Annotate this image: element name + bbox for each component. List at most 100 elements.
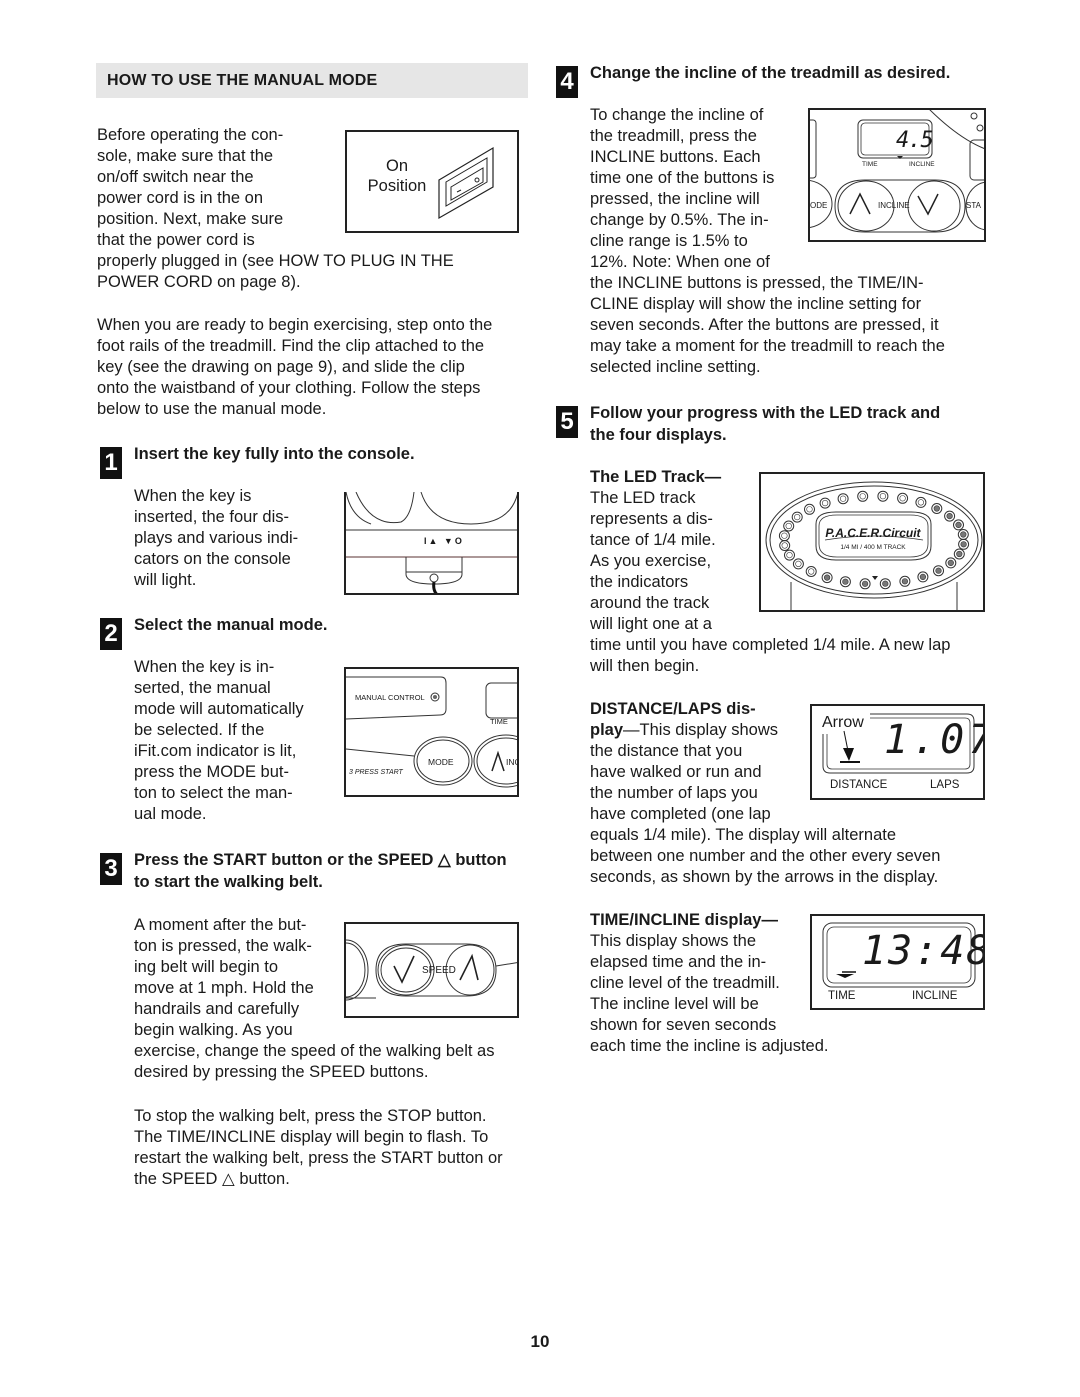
text-line: tance of 1/4 mile.	[590, 531, 716, 549]
led-indicator	[806, 506, 813, 513]
text-line: mode will automatically	[134, 700, 304, 718]
text-line: plays and various indi-	[134, 529, 299, 547]
text-line: change by 0.5%. The in-	[590, 211, 769, 229]
text-line: exercise, change the speed of the walkin…	[134, 1042, 495, 1060]
text-line: desired by pressing the SPEED buttons.	[134, 1063, 429, 1081]
text-line: sole, make sure that the	[97, 147, 274, 165]
step-number-1: 1	[100, 447, 122, 479]
incline-button-label-partial: INC	[506, 757, 517, 767]
mode-button-label-partial: ODE	[810, 201, 828, 210]
text-line: the number of laps you	[590, 784, 758, 802]
text-line: When the key is	[134, 487, 252, 505]
text-line: onto the waistband of your clothing. Fol…	[97, 379, 481, 397]
section-title: HOW TO USE THE MANUAL MODE	[107, 72, 378, 89]
start-button-label-partial: STA	[966, 201, 981, 210]
text-line: This display shows the	[590, 932, 756, 950]
text-line: that the power cord is	[97, 231, 255, 249]
text-line: When you are ready to begin exercising, …	[97, 316, 493, 334]
console-panel-illustration	[346, 676, 517, 788]
text-line: will light one at a	[590, 615, 712, 633]
step-3-title-line-2: to start the walking belt.	[134, 873, 323, 891]
step-5-title-line-2: the four displays.	[590, 426, 727, 444]
step-4-title: Change the incline of the treadmill as d…	[590, 64, 951, 82]
led-track-figure: P.A.C.E.R.Circuit 1/4 MI / 400 M TRACK	[759, 472, 985, 612]
led-indicator	[946, 512, 953, 520]
text-line: cators on the console	[134, 550, 291, 568]
text-line: cline range is 1.5% to	[590, 232, 748, 250]
step-number-4: 4	[556, 66, 578, 98]
manual-control-label: MANUAL CONTROL	[355, 693, 425, 702]
led-indicator	[823, 574, 831, 581]
section-header: HOW TO USE THE MANUAL MODE	[96, 63, 528, 98]
text-line: cline level of the treadmill.	[590, 974, 780, 992]
distance-display-value: 1.07	[884, 717, 983, 763]
time-label: TIME	[490, 717, 508, 726]
incline-buttons-figure: 4.5 TIME INCLINE ODE INCLINE STA	[808, 108, 986, 242]
laps-label: LAPS	[930, 779, 960, 791]
text-line: inserted, the four dis-	[134, 508, 289, 526]
led-indicator	[933, 505, 940, 512]
led-indicator	[935, 567, 942, 574]
text-line: ual mode.	[134, 805, 207, 823]
text-line: As you exercise,	[590, 552, 712, 570]
text-line: have walked or run and	[590, 763, 762, 781]
led-indicator	[859, 493, 866, 500]
text-line: begin walking. As you	[134, 1021, 293, 1039]
speed-label: SPEED	[422, 965, 456, 976]
text-line: CLINE display will show the incline sett…	[590, 295, 922, 313]
text-line: The LED track	[590, 489, 696, 507]
text-line: serted, the manual	[134, 679, 271, 697]
key-insert-figure: I▲ ▼O	[344, 492, 519, 595]
manual-mode-figure: MANUAL CONTROL TIME MODE INC 3 PRESS STA…	[344, 667, 519, 797]
distance-label: DISTANCE	[830, 779, 888, 791]
led-indicator	[808, 568, 815, 575]
led-indicator	[786, 551, 793, 559]
text-line: properly plugged in (see HOW TO PLUG IN …	[97, 252, 454, 270]
text-line: have completed (one lap	[590, 805, 771, 823]
step-number-3: 3	[100, 853, 122, 885]
distance-laps-heading: DISTANCE/LAPS dis-	[590, 700, 756, 718]
led-indicator	[901, 578, 908, 585]
step-number-5: 5	[556, 406, 578, 438]
step-1-title: Insert the key fully into the console.	[134, 445, 415, 463]
time-label: TIME	[828, 990, 856, 1002]
incline-label: INCLINE	[909, 161, 935, 168]
text-line: power cord is in the on	[97, 189, 264, 207]
text-line: A moment after the but-	[134, 916, 307, 934]
led-indicator	[861, 580, 869, 587]
text-line: selected incline setting.	[590, 358, 761, 376]
text-line: 12%. Note: When one of	[590, 253, 770, 271]
led-indicator	[785, 522, 792, 530]
led-indicator	[955, 521, 962, 529]
text-line: handrails and carefully	[134, 1000, 300, 1018]
text-line: ton is pressed, the walk-	[134, 937, 312, 955]
led-indicator	[821, 500, 829, 507]
step-5-title-line-1: Follow your progress with the LED track …	[590, 404, 941, 422]
text-line: on/off switch near the	[97, 168, 254, 186]
text-line: below to use the manual mode.	[97, 400, 327, 418]
text-line: To stop the walking belt, press the STOP…	[134, 1107, 487, 1125]
time-display-value: 13:48	[862, 928, 985, 974]
text-line: shown for seven seconds	[590, 1016, 777, 1034]
led-track-heading: The LED Track—	[590, 468, 722, 486]
led-indicator	[842, 578, 849, 585]
text-line: ing belt will begin to	[134, 958, 279, 976]
led-indicator	[882, 580, 889, 587]
power-switch-figure: On Position	[345, 130, 519, 233]
mode-button-label: MODE	[428, 757, 454, 767]
text-line: play—This display shows	[590, 721, 779, 739]
text-line: the INCLINE buttons is pressed, the TIME…	[590, 274, 924, 292]
step-2-title: Select the manual mode.	[134, 616, 328, 634]
text-line: time until you have completed 1/4 mile. …	[590, 636, 951, 654]
led-indicator	[919, 573, 926, 580]
led-indicator	[795, 560, 802, 567]
led-indicator	[839, 495, 847, 502]
pacer-circuit-brand: P.A.C.E.R.Circuit	[825, 526, 921, 540]
text-line: The incline level will be	[590, 995, 759, 1013]
led-indicator	[879, 493, 886, 500]
step-number-2: 2	[100, 618, 122, 650]
text-line: seven seconds. After the buttons are pre…	[590, 316, 939, 334]
text-line: restart the walking belt, press the STAR…	[134, 1149, 503, 1167]
incline-display-value: 4.5	[896, 128, 934, 153]
track-subtitle: 1/4 MI / 400 M TRACK	[840, 544, 906, 551]
